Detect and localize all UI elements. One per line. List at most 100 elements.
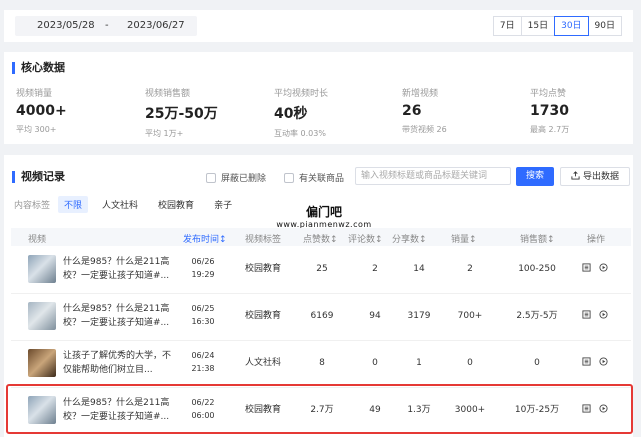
publish-clock: 06:00 <box>191 411 215 420</box>
likes-count: 25 <box>316 264 328 274</box>
details-icon[interactable] <box>582 357 591 366</box>
video-title[interactable]: 什么是985？什么是211高校？一定要让孩子知道#... <box>63 396 173 424</box>
search-button[interactable]: 搜索 <box>516 167 554 186</box>
related-goods-checkbox[interactable]: 有关联商品 <box>284 171 344 184</box>
revenue-amount: 0 <box>534 358 540 368</box>
table-header: 视频 发布时间↕ 视频标签 点赞数↕ 评论数↕ 分享数↕ 销量↕ 销售额↕ 操作 <box>11 228 631 246</box>
likes-count: 8 <box>319 358 325 368</box>
metric-video-revenue: 视频销售额 25万-50万 平均 1万+ <box>145 86 265 139</box>
tag-all[interactable]: 不限 <box>58 196 89 213</box>
play-icon[interactable] <box>599 263 608 272</box>
play-icon[interactable] <box>599 357 608 366</box>
period-selector: 7日 15日 30日 90日 <box>492 16 622 36</box>
col-likes[interactable]: 点赞数↕ <box>303 232 338 245</box>
export-label: 导出数据 <box>582 172 619 182</box>
publish-date: 06/22 <box>191 398 215 407</box>
shares-count: 14 <box>413 264 425 274</box>
sales-count: 3000+ <box>454 405 486 415</box>
date-bar: 2023/05/28 - 2023/06/27 7日 15日 30日 90日 <box>4 10 633 42</box>
tag-filter-label: 内容标签 <box>14 201 51 211</box>
video-records-title: 视频记录 <box>12 171 65 183</box>
metric-new-videos: 新增视频 26 带货视频 26 <box>402 86 522 135</box>
publish-date: 06/26 <box>191 257 215 266</box>
publish-clock: 19:29 <box>191 270 215 279</box>
period-7d-button[interactable]: 7日 <box>492 16 522 36</box>
sales-count: 2 <box>467 264 473 274</box>
row-actions <box>582 404 608 413</box>
metric-sub: 最高 2.7万 <box>530 125 570 134</box>
revenue-amount: 10万-25万 <box>514 405 560 415</box>
video-thumbnail[interactable] <box>28 255 56 283</box>
export-data-button[interactable]: 导出数据 <box>560 167 630 186</box>
video-thumbnail[interactable] <box>28 349 56 377</box>
search-input[interactable] <box>355 167 511 185</box>
details-icon[interactable] <box>582 404 591 413</box>
metric-avg-duration: 平均视频时长 40秒 互动率 0.03% <box>274 86 394 139</box>
col-video: 视频 <box>28 235 47 245</box>
details-icon[interactable] <box>582 310 591 319</box>
metric-sub: 带货视频 26 <box>402 125 447 134</box>
metric-value: 4000+ <box>16 103 67 119</box>
publish-clock: 16:30 <box>191 317 215 326</box>
metric-value: 25万-50万 <box>145 106 218 122</box>
video-title[interactable]: 让孩子了解优秀的大学，不仅能帮助他们树立目... <box>63 349 173 377</box>
video-thumbnail[interactable] <box>28 396 56 424</box>
checkbox-box[interactable] <box>206 172 216 183</box>
sales-count: 700+ <box>457 311 483 321</box>
date-range-picker[interactable]: 2023/05/28 - 2023/06/27 <box>15 16 197 36</box>
publish-clock: 21:38 <box>191 364 215 373</box>
period-15d-button[interactable]: 15日 <box>520 16 556 36</box>
metric-avg-likes: 平均点赞 1730 最高 2.7万 <box>530 86 641 135</box>
likes-count: 2.7万 <box>310 405 334 415</box>
checkbox-label: 屏蔽已删除 <box>221 174 267 184</box>
shares-count: 1.3万 <box>407 405 431 415</box>
tag-humanities[interactable]: 人文社科 <box>96 196 144 213</box>
comments-count: 2 <box>372 264 378 274</box>
col-video-tag: 视频标签 <box>245 235 282 245</box>
metric-label: 平均视频时长 <box>274 89 329 99</box>
metric-label: 视频销量 <box>16 89 53 99</box>
video-title[interactable]: 什么是985？什么是211高校？一定要让孩子知道#... <box>63 302 173 330</box>
revenue-amount: 100-250 <box>518 264 556 274</box>
metric-value: 40秒 <box>274 106 308 122</box>
metric-value: 26 <box>402 103 422 119</box>
video-thumbnail[interactable] <box>28 302 56 330</box>
metric-label: 新增视频 <box>402 89 439 99</box>
video-records-panel: 视频记录 屏蔽已删除 有关联商品 搜索 导出数据 内容标签 不限 人文社科 校园… <box>4 155 633 437</box>
details-icon[interactable] <box>582 263 591 272</box>
shares-count: 1 <box>416 358 422 368</box>
publish-time: 06/26 19:29 <box>181 255 225 281</box>
revenue-amount: 2.5万-5万 <box>516 311 558 321</box>
video-tag: 校园教育 <box>244 264 281 274</box>
publish-time: 06/22 06:00 <box>181 396 225 422</box>
col-comments[interactable]: 评论数↕ <box>348 232 383 245</box>
period-90d-button[interactable]: 90日 <box>587 16 622 36</box>
col-revenue[interactable]: 销售额↕ <box>520 232 555 245</box>
publish-time: 06/25 16:30 <box>181 302 225 328</box>
play-icon[interactable] <box>599 404 608 413</box>
hide-deleted-checkbox[interactable]: 屏蔽已删除 <box>206 171 266 184</box>
table-row: 什么是985？什么是211高校？一定要让孩子知道#... 06/25 16:30… <box>11 293 631 341</box>
metric-sub: 平均 1万+ <box>145 129 184 138</box>
checkbox-label: 有关联商品 <box>299 174 345 184</box>
col-shares[interactable]: 分享数↕ <box>392 232 427 245</box>
play-icon[interactable] <box>599 310 608 319</box>
metric-sub: 平均 300+ <box>16 125 57 134</box>
date-end: 2023/06/27 <box>127 20 185 31</box>
checkbox-box[interactable] <box>284 172 294 183</box>
table-row: 什么是985？什么是211高校？一定要让孩子知道#... 06/26 19:29… <box>11 246 631 294</box>
date-start: 2023/05/28 <box>37 20 95 31</box>
publish-time: 06/24 21:38 <box>181 349 225 375</box>
date-separator: - <box>105 20 109 31</box>
metric-label: 平均点赞 <box>530 89 567 99</box>
table-row: 让孩子了解优秀的大学，不仅能帮助他们树立目... 06/24 21:38 人文社… <box>11 340 631 388</box>
col-publish-time[interactable]: 发布时间↕ <box>183 232 227 245</box>
tag-parenting[interactable]: 亲子 <box>208 196 238 213</box>
col-sales[interactable]: 销量↕ <box>451 232 477 245</box>
tag-campus-education[interactable]: 校园教育 <box>152 196 200 213</box>
period-30d-button[interactable]: 30日 <box>554 16 589 36</box>
metric-value: 1730 <box>530 103 569 119</box>
comments-count: 49 <box>369 405 381 415</box>
video-title[interactable]: 什么是985？什么是211高校？一定要让孩子知道#... <box>63 255 173 283</box>
likes-count: 6169 <box>310 311 334 321</box>
